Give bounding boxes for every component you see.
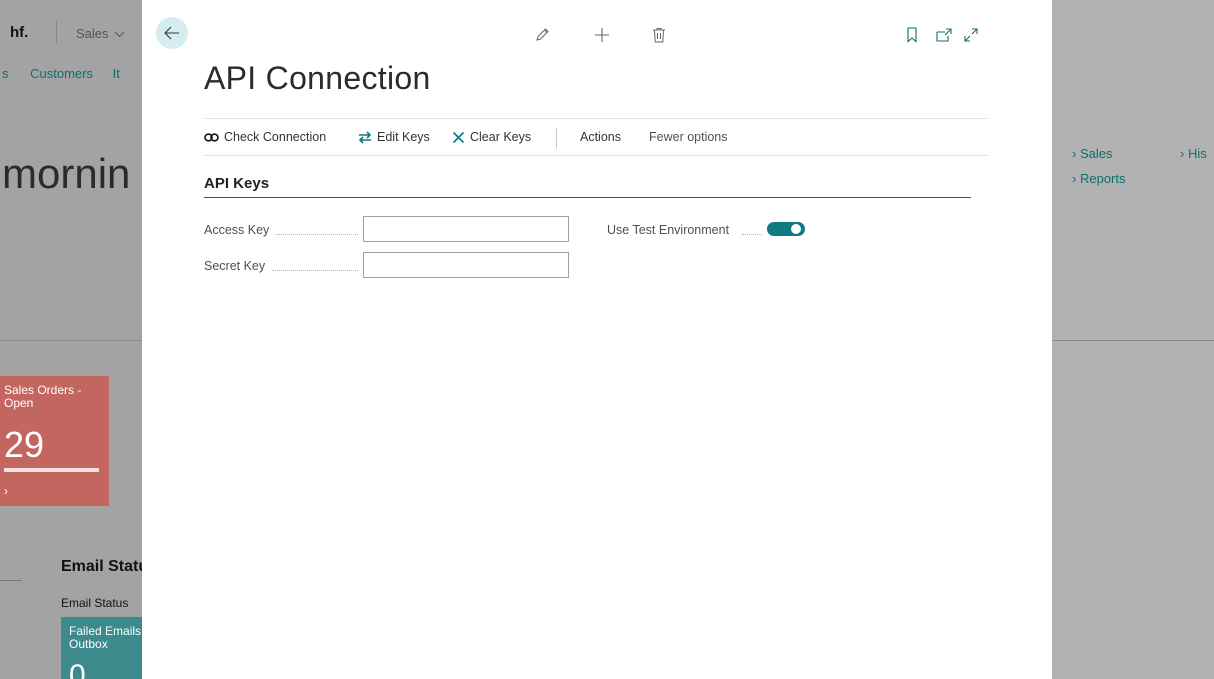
field-leader-dots bbox=[276, 234, 358, 236]
plus-icon bbox=[595, 28, 609, 42]
open-in-new-window-icon bbox=[936, 28, 952, 42]
edit-keys-button[interactable]: Edit Keys bbox=[358, 119, 430, 155]
check-connection-label: Check Connection bbox=[224, 130, 327, 144]
secret-key-label: Secret Key bbox=[204, 259, 266, 273]
expand-button[interactable] bbox=[959, 23, 983, 47]
fewer-options-label: Fewer options bbox=[649, 130, 728, 144]
chevron-right-icon: › bbox=[1180, 146, 1185, 161]
sales-orders-open-tile[interactable]: Sales Orders - Open 29 › bbox=[0, 376, 109, 506]
use-test-environment-label: Use Test Environment bbox=[607, 223, 730, 237]
action-bar-separator bbox=[556, 128, 557, 148]
role-center-label: Sales bbox=[76, 26, 109, 41]
link-history[interactable]: › His bbox=[1180, 146, 1207, 161]
expand-icon bbox=[964, 28, 978, 42]
fewer-options-button[interactable]: Fewer options bbox=[649, 119, 728, 155]
page-title: API Connection bbox=[204, 60, 431, 96]
field-leader-dots bbox=[272, 270, 358, 272]
actions-menu[interactable]: Actions bbox=[580, 119, 621, 155]
api-connection-dialog: API Connection Check Connection Edit Key… bbox=[142, 0, 1052, 679]
swap-arrows-icon bbox=[358, 130, 372, 144]
link-reports[interactable]: › Reports bbox=[1072, 171, 1126, 186]
nav-item-customers[interactable]: Customers bbox=[30, 66, 93, 81]
divider bbox=[1052, 340, 1214, 341]
edit-keys-label: Edit Keys bbox=[377, 130, 430, 144]
link-sales[interactable]: › Sales bbox=[1072, 146, 1113, 161]
tile-value: 0 bbox=[69, 659, 86, 679]
company-name: hf. bbox=[10, 24, 29, 41]
field-leader-dots bbox=[742, 234, 762, 236]
pencil-icon bbox=[536, 28, 549, 41]
toggle-knob bbox=[791, 224, 801, 234]
link-label: Sales bbox=[1079, 146, 1113, 161]
link-label: Reports bbox=[1079, 171, 1126, 186]
clear-keys-button[interactable]: Clear Keys bbox=[452, 119, 531, 155]
section-title-api-keys[interactable]: API Keys bbox=[204, 175, 269, 192]
back-button[interactable] bbox=[156, 17, 188, 49]
tile-label: Failed Emails Outbox bbox=[69, 624, 142, 651]
greeting-headline: mornin bbox=[2, 150, 131, 197]
divider bbox=[0, 340, 142, 341]
nav-item-items-partial[interactable]: It bbox=[113, 66, 120, 81]
open-new-window-button[interactable] bbox=[932, 23, 956, 47]
chevron-right-icon: › bbox=[1072, 146, 1077, 161]
role-center-selector[interactable]: Sales bbox=[76, 26, 125, 41]
link-icon bbox=[204, 132, 219, 142]
nav-item-partial[interactable]: s bbox=[2, 66, 9, 81]
divider bbox=[0, 580, 22, 581]
tile-label: Sales Orders - Open bbox=[4, 383, 82, 410]
check-connection-button[interactable]: Check Connection bbox=[204, 119, 326, 155]
actions-menu-label: Actions bbox=[580, 130, 621, 144]
bookmark-button[interactable] bbox=[900, 23, 924, 47]
email-status-subheading: Email Status bbox=[61, 596, 129, 610]
header-separator bbox=[56, 20, 57, 44]
access-key-input[interactable] bbox=[363, 216, 569, 242]
trash-icon bbox=[653, 28, 665, 43]
close-icon bbox=[452, 131, 465, 143]
delete-button[interactable] bbox=[647, 23, 671, 47]
access-key-label: Access Key bbox=[204, 223, 270, 237]
clear-keys-label: Clear Keys bbox=[470, 130, 532, 144]
chevron-down-icon bbox=[114, 31, 125, 38]
bookmark-icon bbox=[907, 27, 917, 43]
arrow-left-icon bbox=[164, 26, 179, 40]
chevron-right-icon: › bbox=[1072, 171, 1077, 186]
section-divider bbox=[204, 197, 971, 198]
navigation-bar: s Customers It bbox=[2, 66, 120, 81]
tile-underline bbox=[4, 468, 99, 472]
failed-emails-tile[interactable]: Failed Emails Outbox 0 bbox=[61, 617, 151, 679]
use-test-environment-toggle[interactable] bbox=[767, 222, 805, 236]
tile-value: 29 bbox=[4, 424, 45, 465]
link-label: His bbox=[1187, 146, 1207, 161]
secret-key-input[interactable] bbox=[363, 252, 569, 278]
new-button[interactable] bbox=[590, 23, 614, 47]
chevron-right-icon: › bbox=[4, 484, 8, 498]
edit-button[interactable] bbox=[530, 23, 554, 47]
action-bar: Check Connection Edit Keys Clear Keys Ac… bbox=[204, 118, 988, 156]
email-status-heading: Email Statu bbox=[61, 558, 149, 575]
